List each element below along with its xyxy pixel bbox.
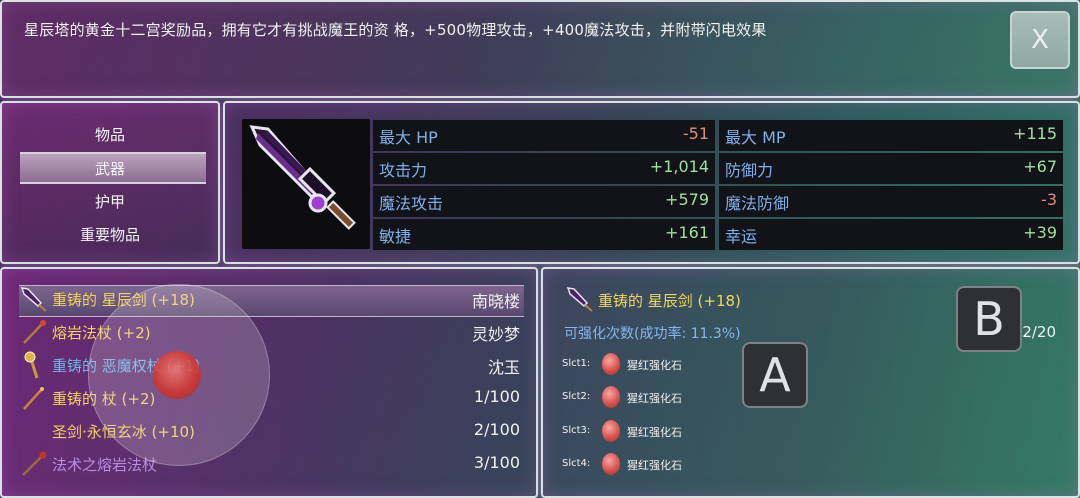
stat-label: 攻击力 [379,161,428,180]
stat-attack: 攻击力 +1,014 [373,153,715,184]
description-panel: 星辰塔的黄金十二宫奖励品，拥有它才有挑战魔王的资 格，+500物理攻击，+400… [0,0,1080,98]
category-key-items[interactable]: 重要物品 [2,224,218,245]
slot-label: Slct3: [562,425,591,436]
star-sword-icon [20,287,47,312]
slot-label: Slct4: [562,458,591,469]
a-button[interactable]: A [742,342,808,408]
weapon-list-panel: 重铸的 星辰剑 (+18) 南晓楼 熔岩法杖 (+2) 灵妙梦 重铸的 恶魔权杖… [0,267,538,498]
stat-luck: 幸运 +39 [719,219,1063,250]
crimson-stone-icon [602,420,620,442]
weapon-owner: 3/100 [473,453,520,472]
b-button[interactable]: B [956,286,1022,352]
stat-value: +579 [665,190,709,209]
star-sword-icon [566,287,593,312]
joystick-knob[interactable] [153,351,201,399]
slot-stone: 猩红强化石 [627,392,682,405]
stat-value: +161 [665,223,709,242]
stat-magic-attack: 魔法攻击 +579 [373,186,715,217]
stat-agility: 敏捷 +161 [373,219,715,250]
enhance-count: 2/20 [1022,323,1056,341]
enhance-slot-2[interactable]: Slct2: 猩红强化石 [562,384,762,412]
stat-value: +67 [1023,157,1057,176]
stat-value: +1,014 [649,157,709,176]
stat-value: -3 [1041,190,1057,209]
stat-value: +39 [1023,223,1057,242]
slot-stone: 猩红强化石 [627,426,682,439]
enhance-slot-1[interactable]: Slct1: 猩红强化石 [562,351,762,379]
stat-label: 幸运 [725,227,758,246]
stat-label: 敏捷 [379,227,412,246]
stat-label: 最大 HP [379,128,438,147]
enhance-item-name: 重铸的 星辰剑 (+18) [598,292,741,310]
category-armor[interactable]: 护甲 [2,191,218,212]
enhance-panel: 重铸的 星辰剑 (+18) 可强化次数(成功率: 11.3%) 2/20 Slc… [541,267,1080,498]
category-weapons[interactable]: 武器 [2,158,218,179]
virtual-joystick[interactable] [88,284,270,466]
slot-stone: 猩红强化石 [627,459,682,472]
crimson-stone-icon [602,386,620,408]
stat-label: 防御力 [725,161,774,180]
demon-scepter-icon [24,351,39,379]
stat-max-mp: 最大 MP +115 [719,120,1063,151]
stat-max-hp: 最大 HP -51 [373,120,715,151]
weapon-owner: 灵妙梦 [471,325,520,344]
lava-staff-icon [23,320,46,344]
spell-lava-staff-icon [22,451,47,476]
staff-icon [23,387,44,410]
weapon-owner: 沈玉 [487,358,520,377]
crimson-stone-icon [602,353,620,375]
category-items[interactable]: 物品 [2,124,218,145]
star-sword-icon [249,125,356,230]
weapon-owner: 2/100 [473,420,520,439]
stat-defense: 防御力 +67 [719,153,1063,184]
weapon-row-holy-sword[interactable]: 圣剑·永恒玄冰 (+10) 2/100 [19,415,524,448]
enhance-slot-3[interactable]: Slct3: 猩红强化石 [562,418,762,446]
item-stats-panel: 最大 HP -51 最大 MP +115 攻击力 +1,014 防御力 +67 … [223,101,1080,264]
stat-value: +115 [1013,124,1057,143]
enhance-slot-4[interactable]: Slct4: 猩红强化石 [562,451,762,479]
weapon-row-star-sword[interactable]: 重铸的 星辰剑 (+18) 南晓楼 [19,283,524,316]
stat-label: 最大 MP [725,128,786,147]
stat-label: 魔法防御 [725,194,790,213]
weapon-row-spell-lava-staff[interactable]: 法术之熔岩法杖 3/100 [19,448,524,481]
crimson-stone-icon [602,453,620,475]
slot-label: Slct1: [562,358,591,369]
stat-value: -51 [682,124,709,143]
weapon-preview [242,119,370,249]
item-description: 星辰塔的黄金十二宫奖励品，拥有它才有挑战魔王的资 格，+500物理攻击，+400… [24,21,767,39]
enhance-count-label: 可强化次数(成功率: 11.3%) [564,326,741,342]
slot-stone: 猩红强化石 [627,359,682,372]
weapon-owner: 南晓楼 [471,292,520,311]
stat-label: 魔法攻击 [379,194,444,213]
category-menu: 物品 武器 护甲 重要物品 [0,101,220,264]
close-button[interactable]: X [1010,11,1070,69]
slot-label: Slct2: [562,391,591,402]
stat-magic-defense: 魔法防御 -3 [719,186,1063,217]
weapon-owner: 1/100 [473,387,520,406]
